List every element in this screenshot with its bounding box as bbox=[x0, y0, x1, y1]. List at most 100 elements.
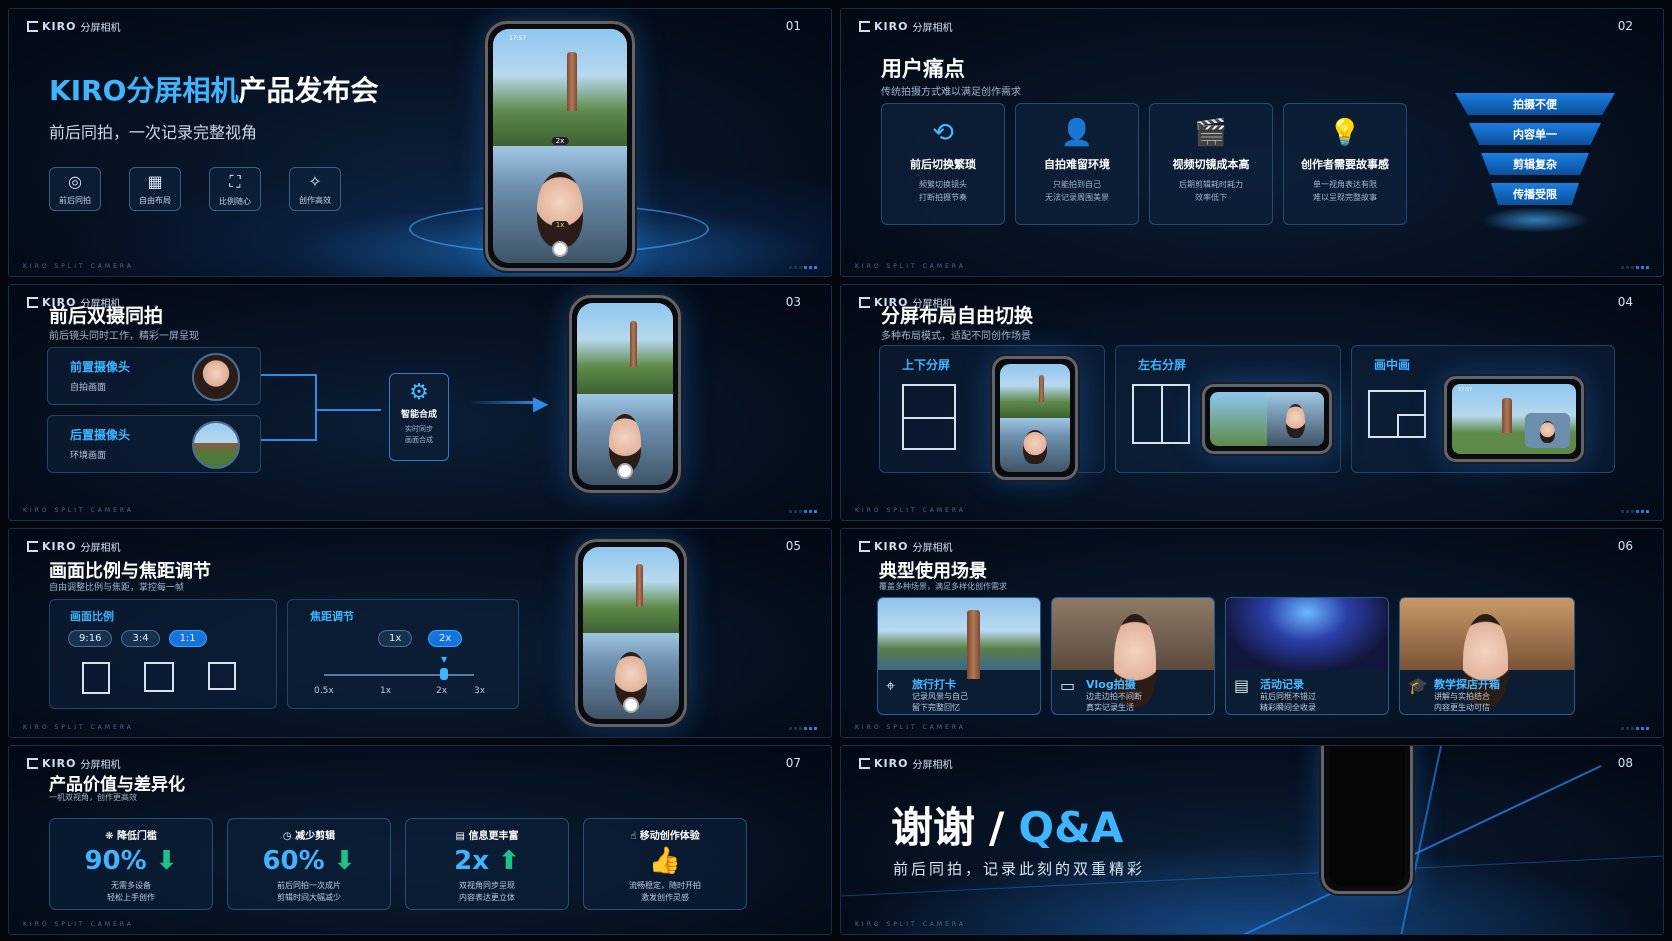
ratio-1-1[interactable]: 1:1 bbox=[168, 630, 207, 647]
brand-name: KIRO bbox=[874, 540, 909, 553]
progress-dots bbox=[789, 266, 817, 269]
focal-title: 焦距调节 bbox=[310, 610, 354, 623]
puzzle-icon: ❋ bbox=[105, 831, 114, 842]
slide-subtitle: 自由调整比例与焦距，掌控每一帧 bbox=[49, 583, 185, 593]
slide-5-ratio-zoom[interactable]: KIRO 分屏相机 05 画面比例与焦距调节 自由调整比例与焦距，掌控每一帧 画面… bbox=[8, 528, 832, 738]
slide-7-value[interactable]: KIRO 分屏相机 07 产品价值与差异化 一机双视角，创作更高效 ❋ 降低门槛 9… bbox=[8, 745, 832, 935]
pain-title: 前后切换繁琐 bbox=[910, 158, 976, 171]
merge-title: 智能合成 bbox=[400, 410, 437, 420]
stat-head: ◷ 减少剪辑 bbox=[282, 831, 336, 842]
phone-mockup bbox=[569, 295, 681, 493]
scene-image bbox=[1400, 598, 1574, 708]
scene-image bbox=[1226, 598, 1388, 670]
tick-label: 0.5x bbox=[314, 686, 334, 696]
stat-desc: 前后同拍一次成片 剪辑时间大幅减少 bbox=[277, 881, 341, 902]
pain-card-editing[interactable]: 🎬 视频切镜成本高 后期剪辑耗时耗力 效率低下 bbox=[1149, 103, 1273, 225]
footer-text: KIRO SPLIT CAMERA bbox=[855, 724, 966, 731]
user-icon: 👤 bbox=[1060, 118, 1094, 148]
zoom-top-badge[interactable]: 2x bbox=[551, 136, 569, 145]
scene-desc: 讲解与实拍结合 内容更生动可信 bbox=[1434, 692, 1490, 712]
ratio-9-16[interactable]: 9:16 bbox=[68, 630, 113, 647]
stat-less-editing: ◷ 减少剪辑 60% ⬇ 前后同拍一次成片 剪辑时间大幅减少 bbox=[227, 818, 391, 910]
shutter-button[interactable] bbox=[552, 241, 568, 257]
rear-camera-card[interactable]: 后置摄像头 环境画面 bbox=[47, 415, 261, 473]
title-event: 产品发布会 bbox=[238, 74, 379, 107]
feature-dual-shot[interactable]: ◎ 前后同拍 bbox=[49, 167, 101, 211]
pain-card-switch[interactable]: ⟲ 前后切换繁琐 频繁切换镜头 打断拍摄节奏 bbox=[881, 103, 1005, 225]
slide-title: 前后双摄同拍 bbox=[49, 305, 164, 327]
phone-landscape-mockup bbox=[1202, 384, 1332, 454]
slide-title: 用户痛点 bbox=[881, 57, 965, 81]
slide-3-dual-camera[interactable]: KIRO 分屏相机 03 前后双摄同拍 前后镜头同时工作，精彩一屏呈现 前置摄像头… bbox=[8, 284, 832, 521]
magic-icon: ✧ bbox=[308, 172, 322, 191]
scene-image bbox=[1052, 598, 1214, 708]
pain-card-selfie[interactable]: 👤 自拍难留环境 只能拍到自己 无法记录周围美景 bbox=[1015, 103, 1139, 225]
shutter-button[interactable] bbox=[617, 463, 633, 479]
page-number: 02 bbox=[1617, 19, 1633, 33]
brand: KIRO 分屏相机 bbox=[27, 19, 120, 34]
scene-vlog[interactable]: ▭ Vlog拍摄 边走边拍不间断 真实记录生活 bbox=[1051, 597, 1215, 715]
arrow-right-icon: ▶ bbox=[533, 391, 549, 415]
layout-card-top-bottom[interactable]: 上下分屏 bbox=[879, 345, 1105, 480]
slide-6-scenarios[interactable]: KIRO 分屏相机 06 典型使用场景 覆盖多种场景，满足多样化创作需求 ⌖ 旅行打… bbox=[840, 528, 1664, 738]
brand-sub: 分屏相机 bbox=[80, 760, 121, 771]
slide-8-thanks[interactable]: KIRO 分屏相机 08 谢谢 / Q&A 前后同拍，记录此刻的双重精彩 KIRO S… bbox=[840, 745, 1664, 935]
zoom-bottom-badge[interactable]: 1x bbox=[551, 221, 569, 229]
scene-travel[interactable]: ⌖ 旅行打卡 记录风景与自己 留下完整回忆 bbox=[877, 597, 1041, 715]
slide-2-pain-points[interactable]: KIRO 分屏相机 02 用户痛点 传统拍摄方式难以满足创作需求 ⟲ 前后切换繁琐频… bbox=[840, 8, 1664, 277]
clock-icon: ◷ bbox=[282, 831, 292, 842]
funnel-glow bbox=[1481, 207, 1591, 233]
stat-desc: 无需多设备 轻松上手创作 bbox=[107, 881, 155, 902]
layout-card-left-right[interactable]: 左右分屏 bbox=[1115, 345, 1341, 473]
scene-title: Vlog拍摄 bbox=[1086, 678, 1136, 691]
ratio-title: 画面比例 bbox=[70, 610, 114, 623]
page-number: 05 bbox=[785, 539, 801, 553]
front-camera-desc: 自拍画面 bbox=[70, 383, 107, 393]
ratio-3-4[interactable]: 3:4 bbox=[121, 630, 160, 647]
qa-text: Q&A bbox=[1018, 803, 1124, 852]
footer-text: KIRO SPLIT CAMERA bbox=[855, 263, 966, 270]
kiro-logo-icon bbox=[27, 758, 38, 769]
scene-title: 教学探店开箱 bbox=[1434, 678, 1500, 691]
slide-4-layouts[interactable]: KIRO 分屏相机 04 分屏布局自由切换 多种布局模式，适配不同创作场景 上下分… bbox=[840, 284, 1664, 521]
brand-name: KIRO bbox=[42, 757, 77, 770]
pain-desc: 后期剪辑耗时耗力 效率低下 bbox=[1179, 180, 1243, 202]
tick-label: 3x bbox=[474, 686, 486, 696]
progress-dots bbox=[789, 727, 817, 730]
scene-event[interactable]: ▤ 活动记录 前后同框不错过 精彩瞬间全收录 bbox=[1225, 597, 1389, 715]
footer-text: KIRO SPLIT CAMERA bbox=[23, 724, 134, 731]
pain-card-story[interactable]: 💡 创作者需要故事感 单一视角表达有限 难以呈现完整故事 bbox=[1283, 103, 1407, 225]
gear-icon: ⚙ bbox=[409, 380, 429, 405]
focal-slider-handle[interactable] bbox=[440, 668, 448, 680]
slide-1-launch[interactable]: KIRO 分屏相机 01 KIRO分屏相机产品发布会 前后同拍，一次记录完整视角 … bbox=[8, 8, 832, 277]
arrow-down-icon: ⬇ bbox=[155, 846, 178, 876]
scene-teaching[interactable]: 🎓 教学探店开箱 讲解与实拍结合 内容更生动可信 bbox=[1399, 597, 1575, 715]
arrow-line bbox=[469, 401, 539, 404]
feature-efficient[interactable]: ✧ 创作高效 bbox=[289, 167, 341, 211]
stat-head: ▤ 信息更丰富 bbox=[455, 831, 519, 842]
front-camera-card[interactable]: 前置摄像头 自拍画面 bbox=[47, 347, 261, 405]
stat-lower-barrier: ❋ 降低门槛 90% ⬇ 无需多设备 轻松上手创作 bbox=[49, 818, 213, 910]
smart-merge-card[interactable]: ⚙ 智能合成 实时同步 画面合成 bbox=[389, 373, 449, 461]
zoom-1x-button[interactable]: 1x bbox=[378, 630, 413, 647]
layout-card-pip[interactable]: 画中画 17:57 bbox=[1351, 345, 1615, 473]
arrow-down-icon: ⬇ bbox=[333, 846, 356, 876]
focal-slider-track[interactable] bbox=[324, 674, 474, 676]
scene-desc: 边走边拍不间断 真实记录生活 bbox=[1086, 692, 1142, 712]
scene-image bbox=[878, 598, 1040, 680]
feature-ratio[interactable]: ⛶ 比例随心 bbox=[209, 167, 261, 211]
ratio-1-1-preview bbox=[208, 662, 236, 690]
ratio-9-16-preview bbox=[82, 662, 110, 694]
stat-value: 90% ⬇ bbox=[84, 846, 178, 876]
feature-free-layout[interactable]: ▦ 自由布局 bbox=[129, 167, 181, 211]
zoom-2x-button[interactable]: 2x bbox=[428, 630, 463, 647]
footer-text: KIRO SPLIT CAMERA bbox=[23, 263, 134, 270]
page-number: 03 bbox=[785, 295, 801, 309]
thumb-icon: 👍 bbox=[648, 846, 682, 876]
brand: KIRO 分屏相机 bbox=[27, 539, 120, 554]
phone-time: 17:57 bbox=[1458, 387, 1473, 393]
shutter-button[interactable] bbox=[623, 697, 639, 713]
ratio-card: 画面比例 9:16 3:4 1:1 bbox=[49, 599, 277, 709]
rear-camera-desc: 环境画面 bbox=[70, 451, 107, 461]
brand-sub: 分屏相机 bbox=[80, 543, 121, 554]
